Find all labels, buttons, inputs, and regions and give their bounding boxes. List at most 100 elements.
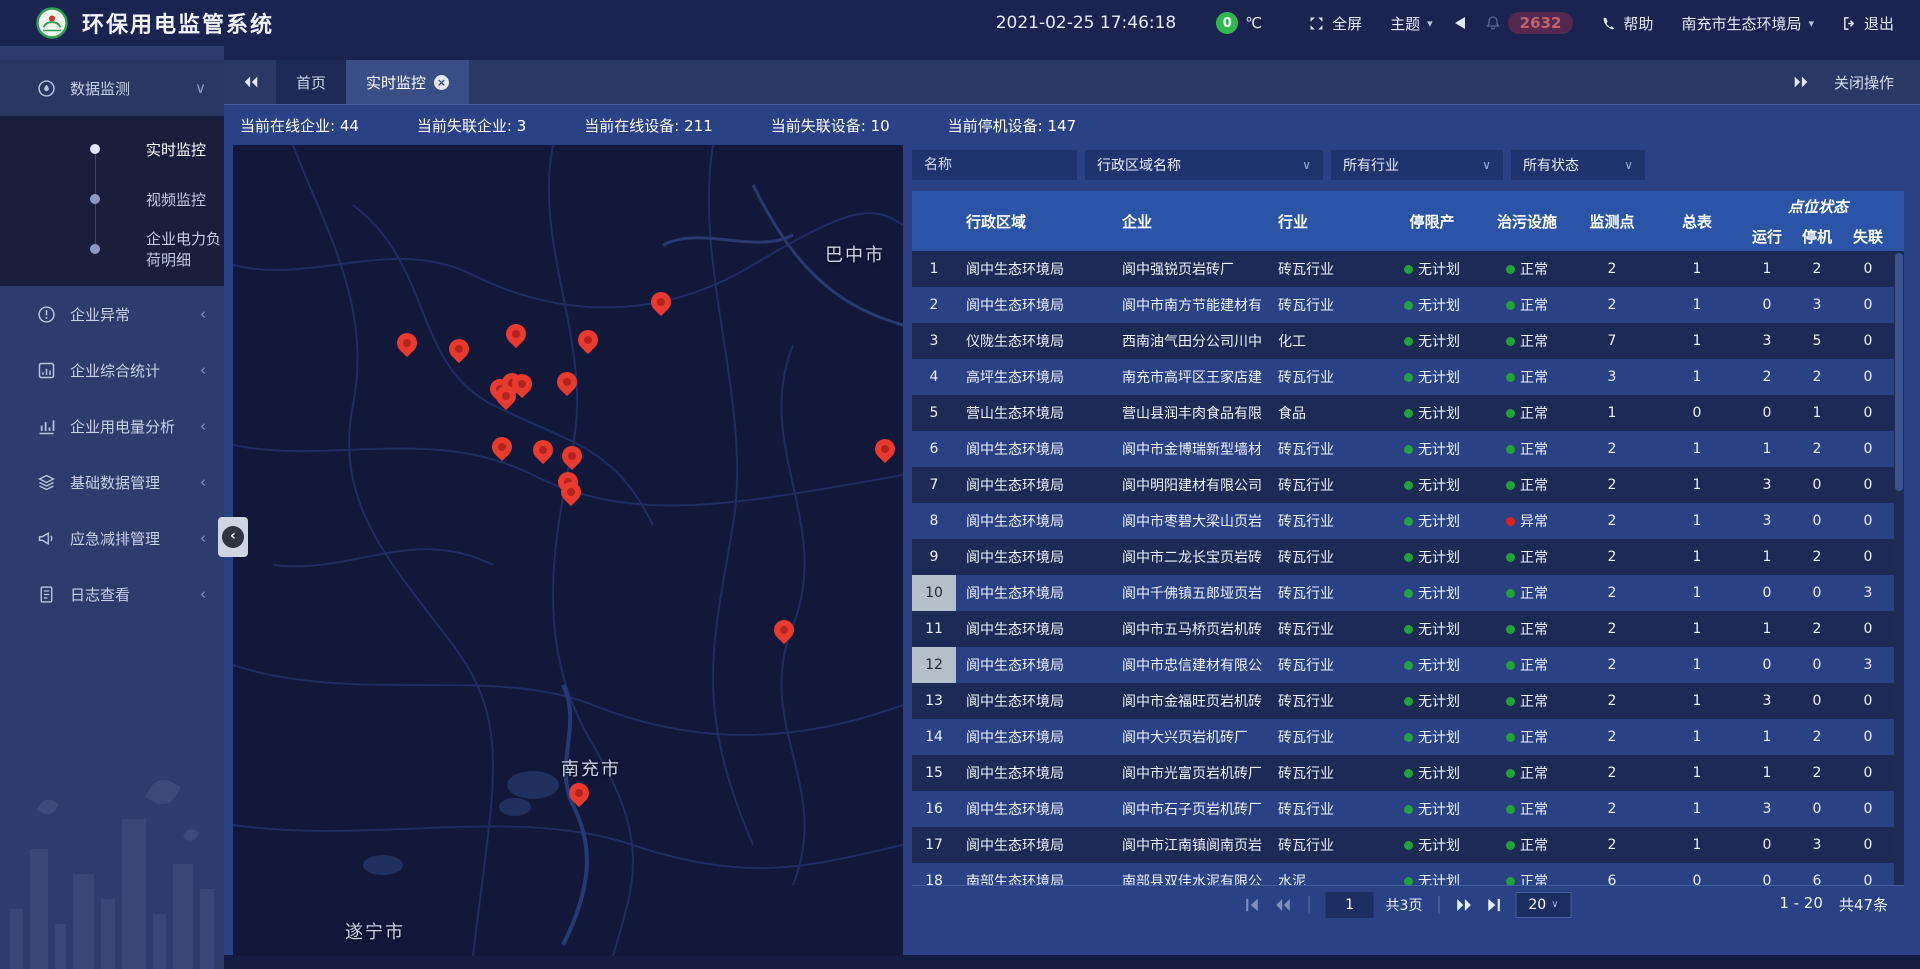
table-row[interactable]: 18 南部生态环境局 南部县双佳水泥有限公 水泥 无计划 正常 6 0 0 6 …: [912, 863, 1894, 885]
sidebar-item-label: 企业综合统计: [70, 360, 160, 381]
row-meters: 1: [1652, 503, 1742, 539]
chevron-down-icon: ∨: [1551, 899, 1558, 910]
table-row[interactable]: 9 阆中生态环境局 阆中市二龙长宝页岩砖 砖瓦行业 无计划 正常 2 1 1 2…: [912, 539, 1894, 575]
close-operations-button[interactable]: 关闭操作: [1834, 72, 1894, 93]
row-industry: 水泥: [1268, 863, 1382, 885]
sidebar-subitem[interactable]: 实时监控: [0, 124, 224, 174]
table-row[interactable]: 3 仪陇生态环境局 西南油气田分公司川中 化工 无计划 正常 7 1 3 5 0: [912, 323, 1894, 359]
sidebar-item-5[interactable]: 基础数据管理‹: [0, 454, 224, 510]
map-pin-icon[interactable]: [773, 618, 795, 646]
tabs-scroll-left-icon[interactable]: [242, 75, 260, 89]
table-scrollbar[interactable]: [1894, 251, 1904, 885]
industry-filter-select[interactable]: 所有行业∨: [1331, 150, 1503, 180]
sub-column-header: 失联: [1842, 221, 1894, 251]
tabs-scroll-right-icon[interactable]: [1792, 75, 1810, 89]
table-row[interactable]: 7 阆中生态环境局 阆中明阳建材有限公司 砖瓦行业 无计划 正常 2 1 3 0…: [912, 467, 1894, 503]
help-button[interactable]: 帮助: [1601, 13, 1653, 34]
map-pin-icon[interactable]: [560, 480, 582, 508]
row-index: 12: [912, 647, 956, 683]
table-row[interactable]: 17 阆中生态环境局 阆中市江南镇阆南页岩 砖瓦行业 无计划 正常 2 1 0 …: [912, 827, 1894, 863]
tab-实时监控[interactable]: 实时监控×: [346, 60, 469, 104]
row-facility-status: 正常: [1482, 287, 1572, 323]
table-row[interactable]: 12 阆中生态环境局 阆中市忠信建材有限公 砖瓦行业 无计划 正常 2 1 0 …: [912, 647, 1894, 683]
map-collapse-handle[interactable]: ‹: [218, 517, 248, 557]
map-pin-icon[interactable]: [577, 328, 599, 356]
map-panel[interactable]: 巴中市南充市遂宁市: [233, 145, 903, 956]
sidebar-item-3[interactable]: 企业综合统计‹: [0, 342, 224, 398]
group-column-header: 点位状态: [1742, 191, 1894, 221]
sidebar-item-6[interactable]: 应急减排管理‹: [0, 510, 224, 566]
prev-page-button[interactable]: [1275, 897, 1293, 913]
row-lost: 0: [1842, 755, 1894, 791]
tab-首页[interactable]: 首页: [276, 60, 346, 104]
table-row[interactable]: 15 阆中生态环境局 阆中市光富页岩机砖厂 砖瓦行业 无计划 正常 2 1 1 …: [912, 755, 1894, 791]
table-row[interactable]: 8 阆中生态环境局 阆中市枣碧大梁山页岩 砖瓦行业 无计划 异常 2 1 3 0…: [912, 503, 1894, 539]
table-row[interactable]: 1 阆中生态环境局 阆中强锐页岩砖厂 砖瓦行业 无计划 正常 2 1 1 2 0: [912, 251, 1894, 287]
row-company: 西南油气田分公司川中: [1112, 323, 1268, 359]
sidebar-item-2[interactable]: 企业异常‹: [0, 286, 224, 342]
table-row[interactable]: 14 阆中生态环境局 阆中大兴页岩机砖厂 砖瓦行业 无计划 正常 2 1 1 2…: [912, 719, 1894, 755]
map-pin-icon[interactable]: [448, 337, 470, 365]
chevron-left-icon: ‹: [200, 529, 206, 547]
map-pin-icon[interactable]: [650, 290, 672, 318]
row-company: 阆中大兴页岩机砖厂: [1112, 719, 1268, 755]
theme-dropdown[interactable]: 主题▾: [1390, 13, 1433, 34]
row-meters: 1: [1652, 287, 1742, 323]
status-dot-icon: [1506, 337, 1515, 346]
sidebar-item-4[interactable]: 企业用电量分析‹: [0, 398, 224, 454]
row-industry: 砖瓦行业: [1268, 503, 1382, 539]
map-pin-icon[interactable]: [568, 781, 590, 809]
scrollbar-thumb[interactable]: [1895, 253, 1903, 491]
table-row[interactable]: 13 阆中生态环境局 阆中市金福旺页岩机砖 砖瓦行业 无计划 正常 2 1 3 …: [912, 683, 1894, 719]
tab-bar: 首页实时监控× 关闭操作: [224, 60, 1920, 104]
status-filter-select[interactable]: 所有状态∨: [1511, 150, 1645, 180]
table-row[interactable]: 11 阆中生态环境局 阆中市五马桥页岩机砖 砖瓦行业 无计划 正常 2 1 1 …: [912, 611, 1894, 647]
page-size-select[interactable]: 20∨: [1515, 892, 1571, 918]
first-page-button[interactable]: [1245, 897, 1263, 913]
map-pin-icon[interactable]: [532, 438, 554, 466]
map-pin-icon[interactable]: [556, 370, 578, 398]
map-pin-icon[interactable]: [874, 437, 896, 465]
sidebar-subitem[interactable]: 视频监控: [0, 174, 224, 224]
map-pin-icon[interactable]: [396, 331, 418, 359]
map-pin-icon[interactable]: [505, 322, 527, 350]
logout-button[interactable]: 退出: [1842, 13, 1894, 34]
row-lost: 0: [1842, 719, 1894, 755]
next-page-button[interactable]: [1455, 897, 1473, 913]
close-tab-icon[interactable]: ×: [434, 75, 449, 90]
row-run: 3: [1742, 791, 1792, 827]
sidebar-item-7[interactable]: 日志查看‹: [0, 566, 224, 622]
table-row[interactable]: 6 阆中生态环境局 阆中市金博瑞新型墙材 砖瓦行业 无计划 正常 2 1 1 2…: [912, 431, 1894, 467]
org-dropdown[interactable]: 南充市生态环境局▾: [1681, 13, 1814, 34]
row-region: 阆中生态环境局: [956, 827, 1112, 863]
last-page-button[interactable]: [1485, 897, 1503, 913]
name-filter-input[interactable]: [912, 150, 1077, 180]
sidebar-item-label: 企业用电量分析: [70, 416, 175, 437]
table-row[interactable]: 10 阆中生态环境局 阆中千佛镇五郎垭页岩 砖瓦行业 无计划 正常 2 1 0 …: [912, 575, 1894, 611]
temperature-indicator: 0 ℃: [1216, 12, 1262, 34]
sidebar-subitem[interactable]: 企业电力负荷明细: [0, 224, 224, 274]
map-pin-icon[interactable]: [561, 444, 583, 472]
row-limit-status: 无计划: [1382, 791, 1482, 827]
table-row[interactable]: 16 阆中生态环境局 阆中市石子页岩机砖厂 砖瓦行业 无计划 正常 2 1 3 …: [912, 791, 1894, 827]
row-index: 11: [912, 611, 956, 647]
mute-button[interactable]: [1455, 17, 1465, 29]
status-dot-icon: [1404, 769, 1413, 778]
notifications[interactable]: 2632: [1485, 12, 1574, 34]
map-pin-icon[interactable]: [491, 435, 513, 463]
map-pin-icon[interactable]: [495, 384, 517, 412]
fullscreen-button[interactable]: 全屏: [1308, 13, 1362, 34]
row-points: 2: [1572, 719, 1652, 755]
table-row[interactable]: 2 阆中生态环境局 阆中市南方节能建材有 砖瓦行业 无计划 正常 2 1 0 3…: [912, 287, 1894, 323]
pagination-controls: 共3页 20∨: [1245, 892, 1572, 918]
sidebar-item-1[interactable]: 数据监测∨: [0, 60, 224, 116]
chevron-down-icon: ∨: [1288, 158, 1311, 172]
table-row[interactable]: 4 高坪生态环境局 南充市高坪区王家店建 砖瓦行业 无计划 正常 3 1 2 2…: [912, 359, 1894, 395]
row-points: 3: [1572, 359, 1652, 395]
sidebar-item-label: 企业异常: [70, 304, 130, 325]
column-header: 监测点: [1572, 191, 1652, 251]
region-filter-select[interactable]: 行政区域名称∨: [1085, 150, 1323, 180]
table-row[interactable]: 5 营山生态环境局 营山县润丰肉食品有限 食品 无计划 正常 1 0 0 1 0: [912, 395, 1894, 431]
page-number-input[interactable]: [1326, 892, 1374, 918]
row-run: 0: [1742, 647, 1792, 683]
